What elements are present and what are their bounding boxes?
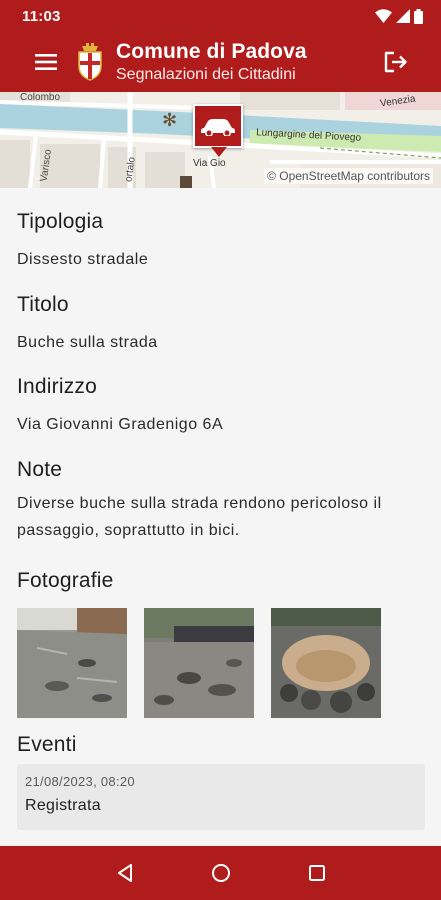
app-titles: Comune di Padova Segnalazioni dei Cittad… — [116, 40, 307, 84]
section-note: Note Diverse buche sulla strada rendono … — [17, 458, 427, 544]
map-label-colombo: Colombo — [20, 92, 61, 103]
marker-pointer — [211, 147, 227, 157]
map-star-icon: ✻ — [162, 110, 178, 130]
photo-gallery — [17, 608, 381, 718]
event-status: Registrata — [25, 797, 101, 814]
status-bar: 11:03 — [0, 0, 441, 32]
menu-button[interactable] — [29, 45, 63, 79]
status-icons — [375, 8, 423, 24]
section-value: Diverse buche sulla strada rendono peric… — [17, 495, 382, 539]
back-icon — [117, 864, 132, 882]
section-title: Tipologia — [17, 210, 104, 233]
menu-icon — [35, 54, 57, 70]
section-title: Eventi — [17, 733, 77, 756]
car-icon — [201, 119, 235, 136]
event-date: 21/08/2023, 08:20 — [25, 774, 135, 789]
section-title: Titolo — [17, 293, 69, 316]
logout-icon — [384, 51, 407, 73]
battery-icon — [414, 8, 423, 24]
recents-icon — [308, 865, 325, 881]
system-nav-bar — [0, 846, 441, 900]
map-view[interactable]: Colombo Lungargine del Piovego Venezia V… — [0, 92, 441, 188]
event-card: 21/08/2023, 08:20 Registrata — [17, 764, 425, 830]
nav-back-button[interactable] — [112, 860, 138, 886]
wifi-icon — [375, 9, 392, 23]
app-bar: Comune di Padova Segnalazioni dei Cittad… — [0, 32, 441, 92]
padova-crest-logo — [77, 42, 103, 82]
photo-thumbnail[interactable] — [271, 608, 381, 718]
nav-home-button[interactable] — [208, 860, 234, 886]
home-icon — [211, 864, 230, 882]
report-map-marker[interactable] — [193, 104, 243, 148]
section-value: Via Giovanni Gradenigo 6A — [17, 416, 224, 433]
section-titolo: Titolo Buche sulla strada — [17, 293, 427, 356]
section-value: Dissesto stradale — [17, 251, 149, 268]
status-time: 11:03 — [22, 7, 61, 25]
map-label-via-gio: Via Gio — [193, 158, 226, 169]
section-value: Buche sulla strada — [17, 334, 158, 351]
section-title: Note — [17, 458, 63, 481]
app-title: Comune di Padova — [116, 40, 307, 64]
section-eventi: Eventi — [17, 733, 427, 757]
section-title: Indirizzo — [17, 375, 97, 398]
logout-button[interactable] — [381, 47, 411, 77]
map-attribution[interactable]: © OpenStreetMap contributors — [264, 168, 433, 184]
section-tipologia: Tipologia Dissesto stradale — [17, 210, 427, 273]
nav-recents-button[interactable] — [304, 860, 330, 886]
section-title: Fotografie — [17, 569, 114, 592]
signal-icon — [396, 9, 410, 23]
section-fotografie: Fotografie — [17, 569, 427, 593]
app-subtitle: Segnalazioni dei Cittadini — [116, 66, 296, 84]
photo-thumbnail[interactable] — [144, 608, 254, 718]
photo-thumbnail[interactable] — [17, 608, 127, 718]
section-indirizzo: Indirizzo Via Giovanni Gradenigo 6A — [17, 375, 427, 438]
